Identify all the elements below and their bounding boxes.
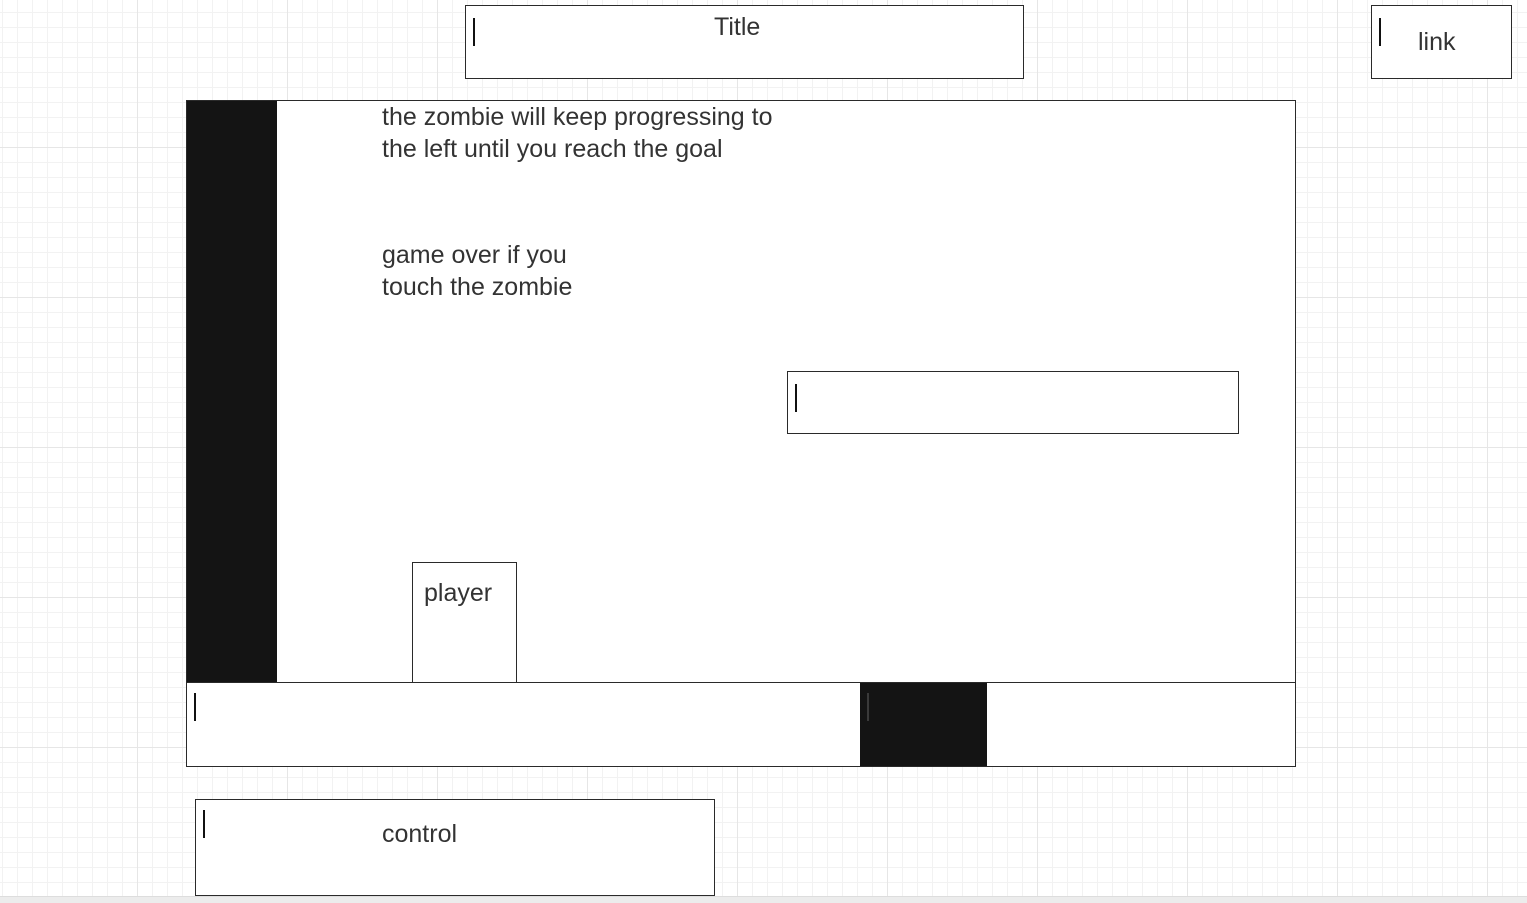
text-cursor	[473, 18, 475, 46]
instruction-line: the zombie will keep progressing to	[382, 103, 773, 131]
text-cursor	[1379, 18, 1381, 46]
goal-block	[860, 683, 987, 766]
title-label: Title	[714, 13, 761, 41]
instruction-line: the left until you reach the goal	[382, 135, 723, 163]
text-cursor	[194, 693, 196, 721]
text-cursor	[203, 810, 205, 838]
game-area: the zombie will keep progressing to the …	[186, 100, 1296, 683]
player-label: player	[424, 579, 493, 607]
control-box[interactable]: control	[195, 799, 715, 896]
ground-bar[interactable]	[186, 682, 1296, 767]
text-cursor	[795, 384, 797, 412]
player-box[interactable]: player	[412, 562, 517, 683]
zombie-wall	[187, 101, 277, 683]
title-box[interactable]: Title	[465, 5, 1024, 79]
instruction-line: game over if you	[382, 241, 567, 269]
instruction-game-over: game over if you touch the zombie	[382, 239, 572, 303]
link-label: link	[1418, 28, 1456, 56]
instruction-line: touch the zombie	[382, 273, 573, 301]
platform-box[interactable]	[787, 371, 1239, 434]
link-box[interactable]: link	[1371, 5, 1512, 79]
text-cursor	[867, 693, 869, 721]
canvas-bottom-edge	[0, 896, 1527, 903]
control-label: control	[382, 820, 458, 848]
instruction-zombie-progress: the zombie will keep progressing to the …	[382, 101, 772, 165]
